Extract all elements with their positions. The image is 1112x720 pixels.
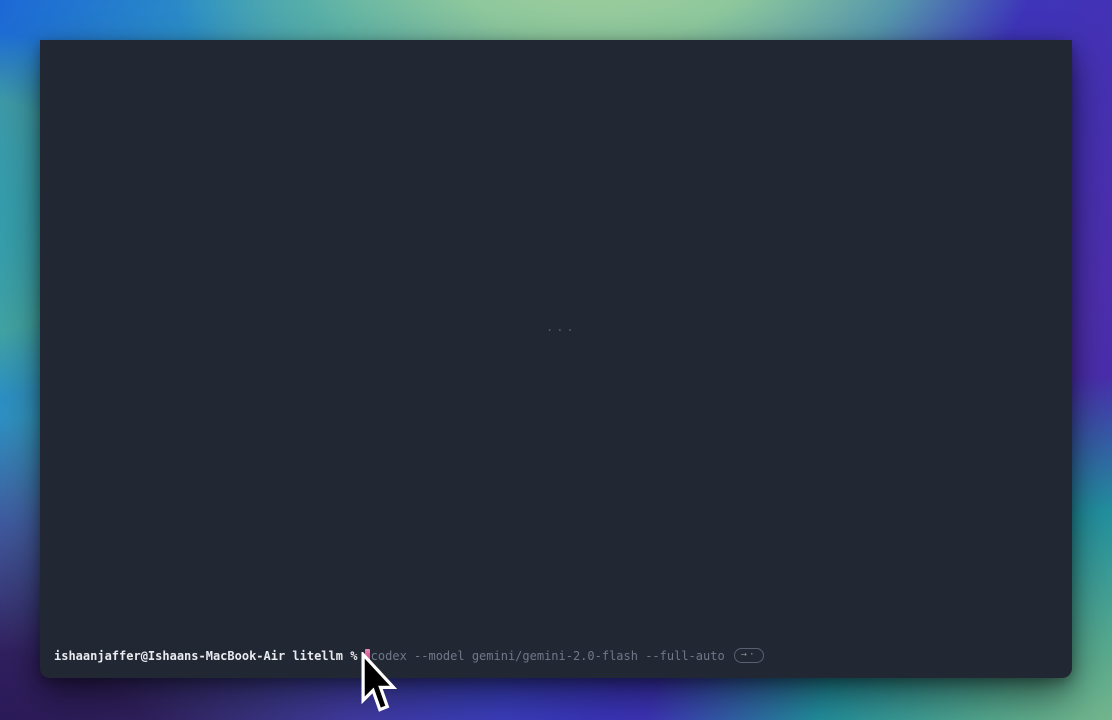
autosuggest-accept-key-badge: →· [734, 648, 764, 663]
command-autosuggestion: codex --model gemini/gemini-2.0-flash --… [371, 649, 725, 663]
terminal-window: ... ishaanjaffer@Ishaans-MacBook-Air lit… [40, 40, 1072, 678]
mouse-pointer-icon [358, 652, 398, 714]
terminal-loading-ellipsis: ... [546, 320, 577, 334]
terminal-body[interactable]: ... ishaanjaffer@Ishaans-MacBook-Air lit… [40, 40, 1072, 678]
command-line[interactable]: ishaanjaffer@Ishaans-MacBook-Air litellm… [54, 648, 1062, 663]
shell-prompt: ishaanjaffer@Ishaans-MacBook-Air litellm… [54, 649, 365, 663]
